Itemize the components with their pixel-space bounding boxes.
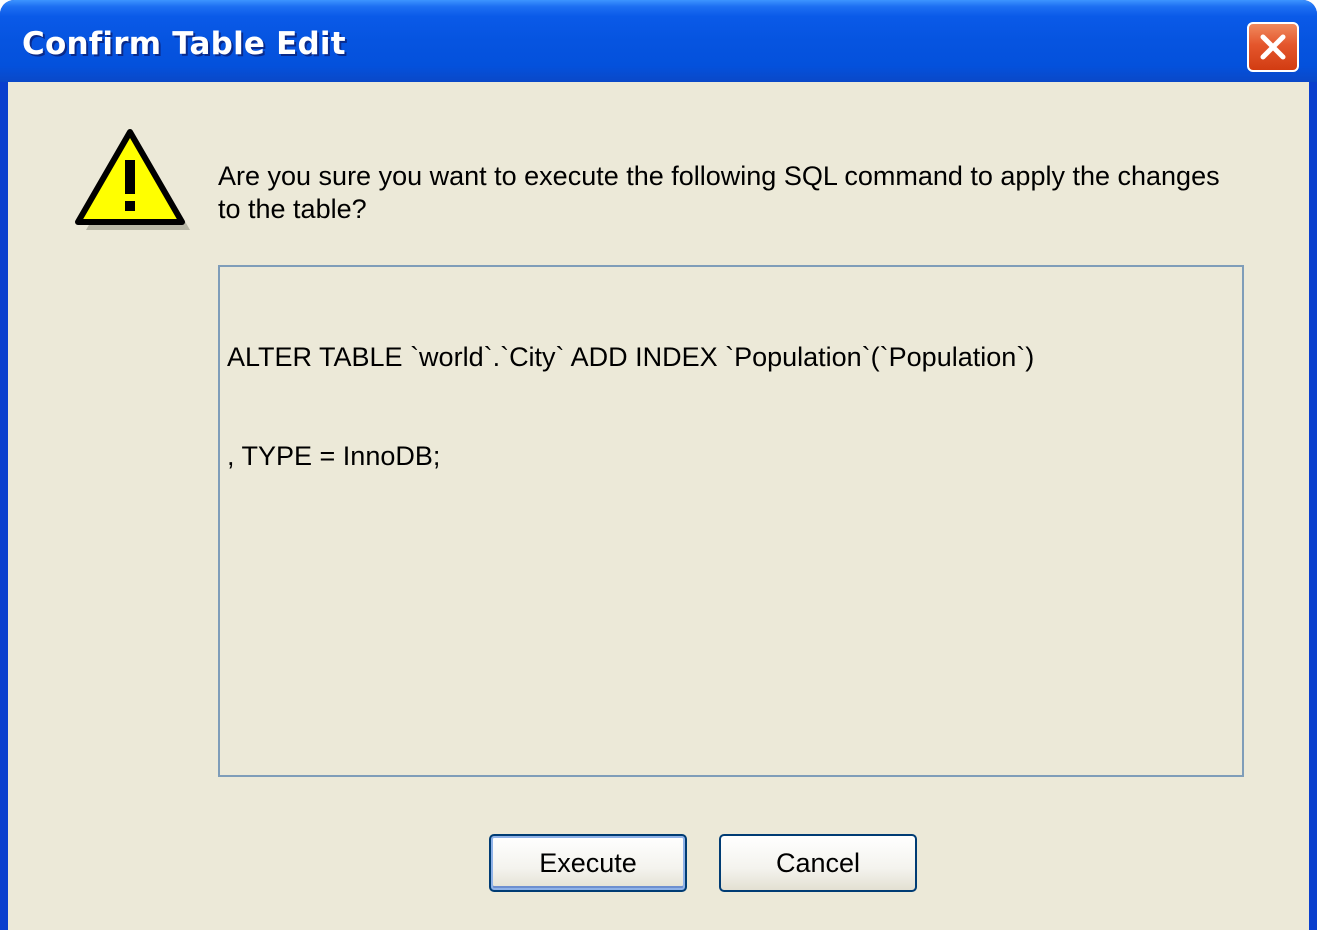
sql-command-textarea[interactable]: ALTER TABLE `world`.`City` ADD INDEX `Po…	[218, 265, 1244, 777]
sql-line: ALTER TABLE `world`.`City` ADD INDEX `Po…	[227, 342, 1035, 372]
dialog-body: Are you sure you want to execute the fol…	[8, 82, 1309, 930]
cancel-button[interactable]: Cancel	[719, 834, 917, 892]
close-button[interactable]	[1247, 22, 1299, 72]
confirm-message: Are you sure you want to execute the fol…	[218, 161, 1220, 224]
title-bar[interactable]: Confirm Table Edit	[0, 0, 1317, 82]
sql-line: , TYPE = InnoDB;	[227, 441, 441, 471]
execute-button[interactable]: Execute	[489, 834, 687, 892]
cancel-button-label: Cancel	[775, 847, 861, 878]
window-title: Confirm Table Edit	[22, 26, 346, 62]
confirm-dialog-window: Confirm Table Edit Are you sure you want…	[0, 0, 1317, 930]
close-x-icon	[1260, 34, 1286, 60]
warning-icon	[75, 129, 190, 230]
execute-button-label: Execute	[539, 847, 637, 878]
